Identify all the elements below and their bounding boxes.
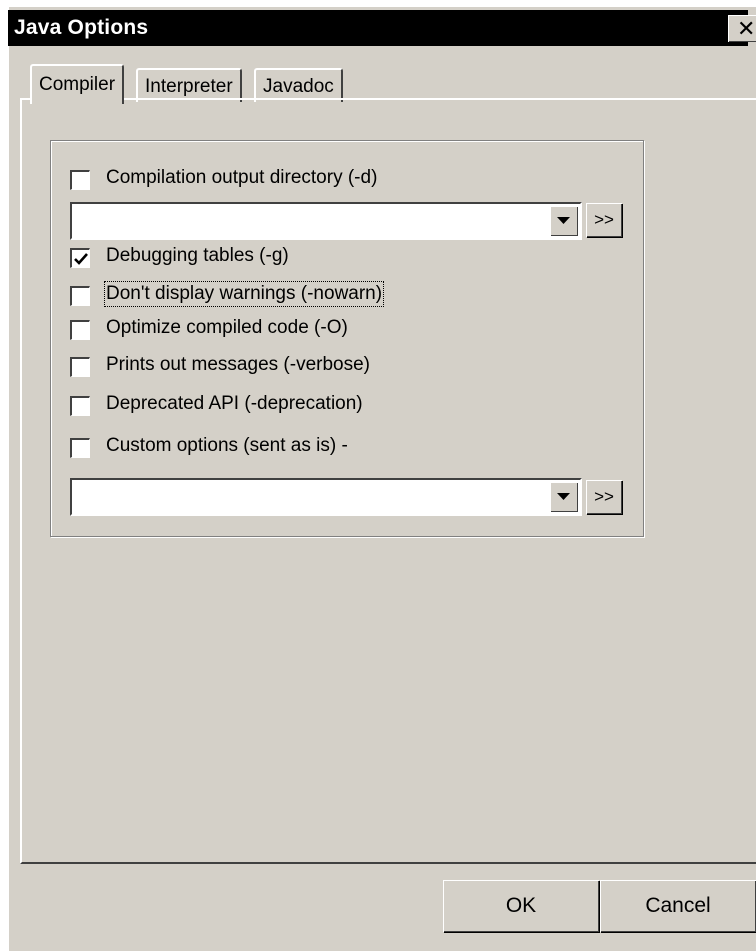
custom-options-browse-button[interactable]: >> — [586, 480, 622, 514]
output-dir-label: Compilation output directory (-d) — [106, 167, 378, 188]
dropdown-arrow-icon[interactable] — [550, 482, 578, 512]
close-icon[interactable]: ✕ — [728, 15, 756, 42]
output-dir-checkbox[interactable] — [70, 170, 90, 190]
checkmark-icon — [74, 253, 88, 265]
tab-interpreter[interactable]: Interpreter — [136, 68, 242, 102]
debug-label: Debugging tables (-g) — [106, 245, 289, 266]
custom-label: Custom options (sent as is) - — [106, 435, 348, 456]
nowarn-label: Don't display warnings (-nowarn) — [103, 281, 385, 307]
optimize-label: Optimize compiled code (-O) — [106, 317, 348, 338]
output-dir-combobox[interactable] — [70, 202, 582, 240]
deprecation-checkbox[interactable] — [70, 396, 90, 416]
optimize-checkbox[interactable] — [70, 320, 90, 340]
tab-label: Interpreter — [145, 76, 233, 97]
tab-javadoc[interactable]: Javadoc — [254, 68, 343, 102]
tab-label: Javadoc — [263, 76, 334, 97]
ok-button[interactable]: OK — [443, 880, 599, 932]
deprecation-label: Deprecated API (-deprecation) — [106, 393, 363, 414]
verbose-label: Prints out messages (-verbose) — [106, 354, 370, 375]
title-bar: Java Options ✕ — [8, 10, 756, 46]
nowarn-checkbox[interactable] — [70, 286, 90, 306]
cancel-button[interactable]: Cancel — [600, 880, 756, 932]
output-dir-browse-button[interactable]: >> — [586, 203, 622, 237]
window-title: Java Options — [14, 16, 149, 39]
dropdown-arrow-icon[interactable] — [550, 206, 578, 236]
tab-compiler[interactable]: Compiler — [30, 64, 125, 104]
verbose-checkbox[interactable] — [70, 357, 90, 377]
custom-checkbox[interactable] — [70, 438, 90, 458]
custom-options-combobox[interactable] — [70, 478, 582, 516]
tab-label: Compiler — [39, 74, 116, 95]
debug-checkbox[interactable] — [70, 248, 90, 268]
